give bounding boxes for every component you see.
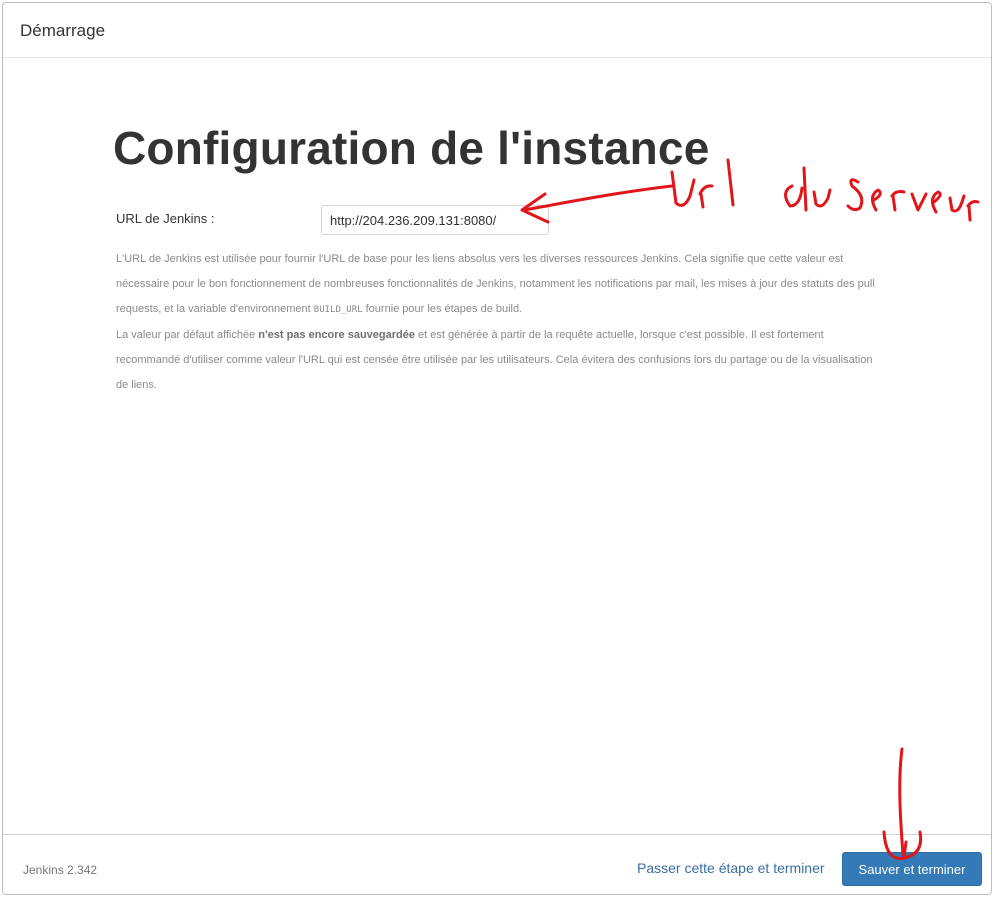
page-title: Configuration de l'instance bbox=[113, 122, 710, 174]
build-url-variable: BUILD_URL bbox=[313, 305, 363, 315]
help-text: fournie pour les étapes de build. bbox=[362, 303, 523, 315]
help-emphasis: n'est pas encore sauvegardée bbox=[258, 329, 415, 341]
jenkins-version: Jenkins 2.342 bbox=[23, 863, 98, 877]
help-text: La valeur par défaut affichée bbox=[116, 329, 259, 341]
dialog-footer: Jenkins 2.342 Passer cette étape et term… bbox=[3, 834, 991, 894]
jenkins-url-input[interactable] bbox=[321, 205, 549, 235]
help-paragraph-1: L'URL de Jenkins est utilisée pour fourn… bbox=[116, 247, 876, 323]
help-paragraph-2: La valeur par défaut affichée n'est pas … bbox=[116, 323, 876, 398]
save-and-finish-button[interactable]: Sauver et terminer bbox=[842, 852, 982, 886]
dialog-header: Démarrage bbox=[3, 3, 991, 58]
setup-dialog: Démarrage Configuration de l'instance UR… bbox=[2, 2, 992, 895]
skip-and-finish-link[interactable]: Passer cette étape et terminer bbox=[637, 860, 825, 876]
jenkins-url-help: L'URL de Jenkins est utilisée pour fourn… bbox=[116, 247, 876, 398]
header-title: Démarrage bbox=[20, 21, 106, 40]
jenkins-url-label: URL de Jenkins : bbox=[116, 211, 215, 226]
